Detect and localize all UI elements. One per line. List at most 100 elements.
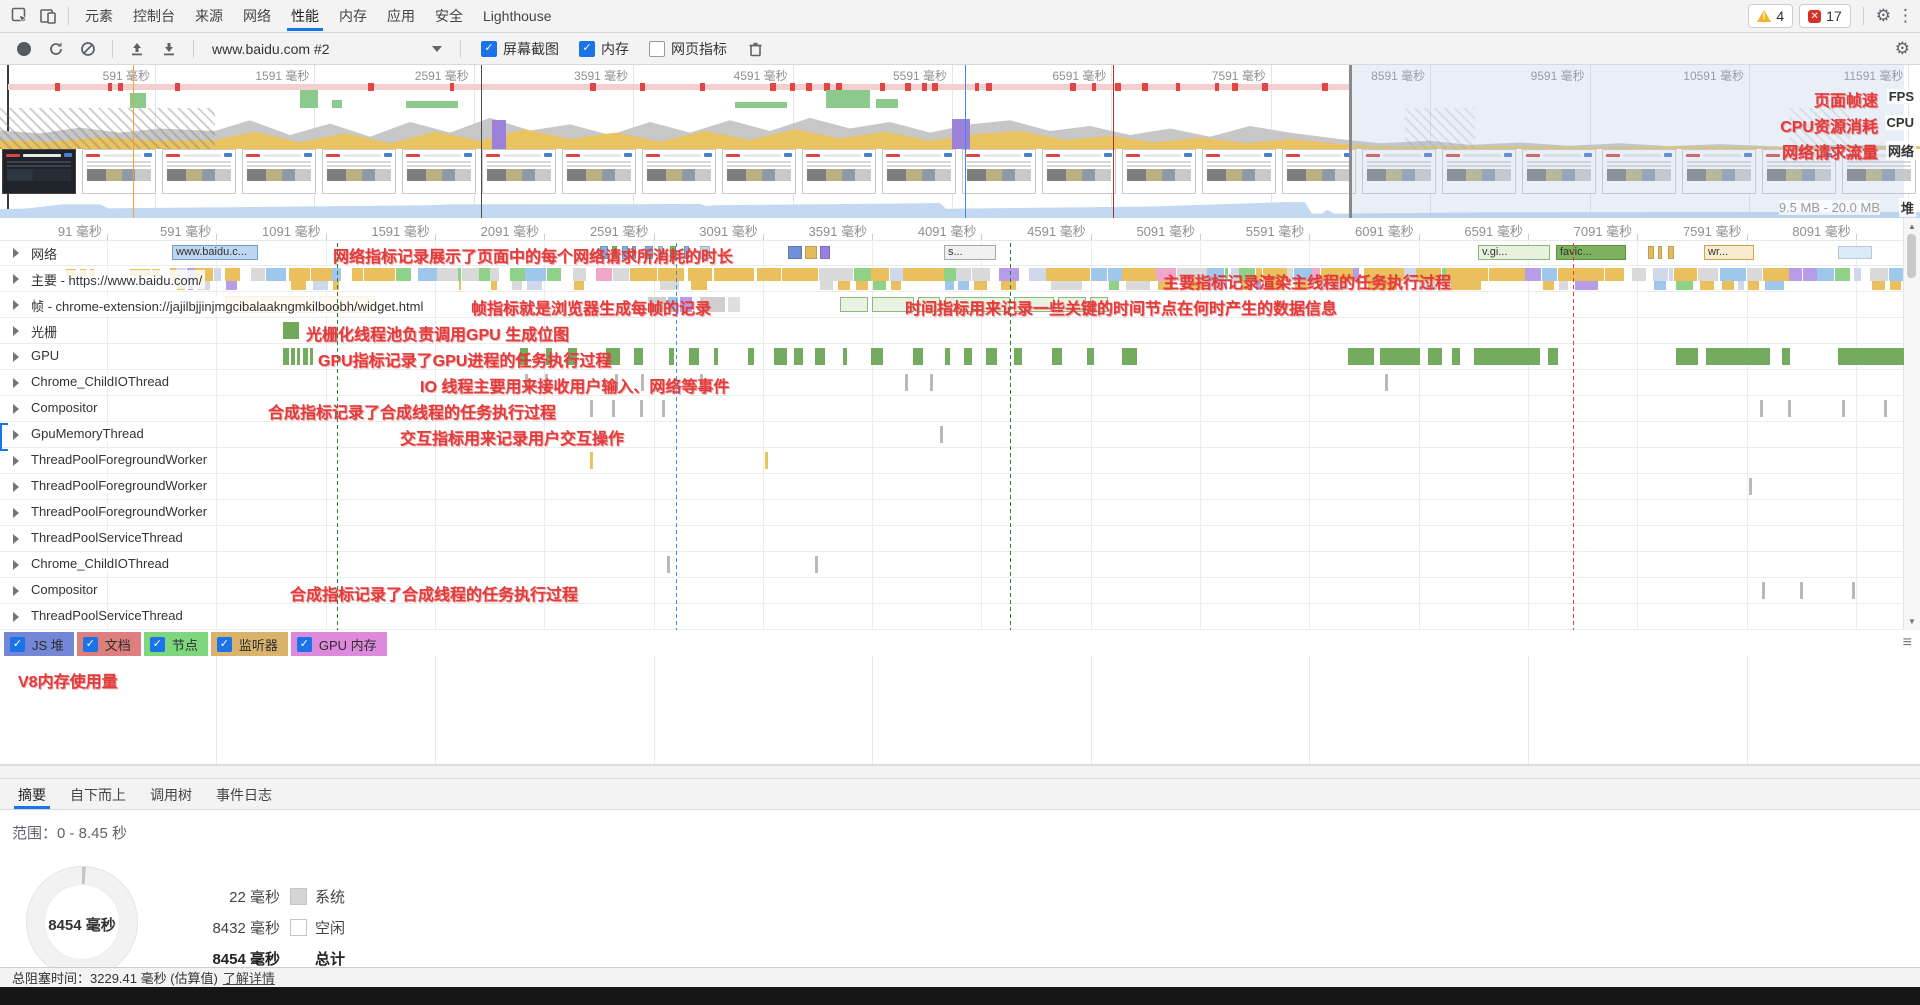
timeline-overview[interactable]: 591 毫秒1591 毫秒2591 毫秒3591 毫秒4591 毫秒5591 毫… (0, 65, 1920, 219)
disclosure-triangle-icon[interactable] (13, 612, 19, 622)
capture-settings-gear-icon[interactable]: ⚙ (1895, 39, 1910, 59)
filmstrip-screenshot[interactable] (1122, 149, 1196, 194)
disclosure-triangle-icon[interactable] (13, 534, 19, 544)
panel-tab-控制台[interactable]: 控制台 (123, 1, 185, 31)
counter-toggle-监听器[interactable]: ✓监听器 (211, 632, 288, 656)
track-row-ThreadPoolForegroundWorker[interactable]: ThreadPoolForegroundWorker (0, 474, 1904, 500)
track-row-Chrome-ChildIOThread[interactable]: Chrome_ChildIOThreadIO 线程主要用来接收用户输入、网络等事… (0, 370, 1904, 396)
errors-badge[interactable]: ✕17 (1799, 4, 1851, 28)
panel-tab-应用[interactable]: 应用 (377, 1, 425, 31)
toggle-网页指标[interactable]: 网页指标 (649, 39, 727, 59)
counter-toggle-文档[interactable]: ✓文档 (77, 632, 141, 656)
details-tab-事件日志[interactable]: 事件日志 (204, 781, 284, 809)
panel-tab-性能[interactable]: 性能 (281, 1, 329, 31)
network-request-block[interactable]: wr... (1704, 245, 1754, 260)
disclosure-triangle-icon[interactable] (13, 586, 19, 596)
disclosure-triangle-icon[interactable] (13, 300, 19, 310)
track-row-GpuMemoryThread[interactable]: GpuMemoryThread交互指标用来记录用户交互操作 (0, 422, 1904, 448)
scroll-up-icon[interactable]: ▲ (1908, 222, 1916, 231)
main-activity-child (856, 281, 868, 290)
vertical-scrollbar[interactable]: ▲ ▼ (1903, 218, 1920, 630)
scroll-down-icon[interactable]: ▼ (1908, 617, 1916, 626)
reload-and-record-icon[interactable] (42, 36, 70, 62)
disclosure-triangle-icon[interactable] (13, 352, 19, 362)
long-task-tick (450, 83, 454, 91)
inspect-element-icon[interactable] (6, 3, 34, 29)
track-row-GPU[interactable]: GPUGPU指标记录了GPU进程的任务执行过程 (0, 344, 1904, 370)
track-row-ThreadPoolServiceThread[interactable]: ThreadPoolServiceThread (0, 526, 1904, 552)
track-row-帧-chrome-extension-jajilbjjinjmgcibalaak[interactable]: 帧 - chrome-extension://jajilbjjinjmgciba… (0, 292, 1904, 318)
kebab-menu-icon[interactable]: ⋮ (1897, 6, 1914, 26)
details-tab-摘要[interactable]: 摘要 (6, 781, 58, 809)
filmstrip-screenshot[interactable] (962, 149, 1036, 194)
filmstrip-screenshot[interactable] (242, 149, 316, 194)
clear-icon[interactable] (74, 36, 102, 62)
filmstrip-screenshot[interactable] (1282, 149, 1356, 194)
profile-select[interactable]: www.baidu.com #2 (204, 39, 450, 59)
scrollbar-thumb[interactable] (1907, 234, 1916, 278)
filmstrip-screenshot[interactable] (1202, 149, 1276, 194)
counter-toggle-GPU 内存[interactable]: ✓GPU 内存 (291, 632, 387, 656)
track-row-光栅[interactable]: 光栅光栅化线程池负责调用GPU 生成位图 (0, 318, 1904, 344)
panel-tab-网络[interactable]: 网络 (233, 1, 281, 31)
track-row-Compositor[interactable]: Compositor合成指标记录了合成线程的任务执行过程 (0, 578, 1904, 604)
panel-tab-Lighthouse[interactable]: Lighthouse (473, 1, 562, 31)
disclosure-triangle-icon[interactable] (13, 456, 19, 466)
disclosure-triangle-icon[interactable] (13, 378, 19, 388)
track-row-网络[interactable]: 网络网络指标记录展示了页面中的每个网络请求所消耗的时长www.baidu.c..… (0, 240, 1904, 266)
settings-gear-icon[interactable]: ⚙ (1876, 6, 1891, 26)
disclosure-triangle-icon[interactable] (13, 430, 19, 440)
filmstrip-screenshot[interactable] (1042, 149, 1116, 194)
filmstrip-screenshot[interactable] (482, 149, 556, 194)
track-row-Chrome-ChildIOThread[interactable]: Chrome_ChildIOThread (0, 552, 1904, 578)
disclosure-triangle-icon[interactable] (13, 560, 19, 570)
toggle-屏幕截图[interactable]: ✓屏幕截图 (481, 39, 559, 59)
track-row-ThreadPoolForegroundWorker[interactable]: ThreadPoolForegroundWorker (0, 448, 1904, 474)
disclosure-triangle-icon[interactable] (13, 326, 19, 336)
counter-toggle-JS 堆[interactable]: ✓JS 堆 (4, 632, 74, 656)
delete-recording-icon[interactable] (741, 36, 769, 62)
disclosure-triangle-icon[interactable] (13, 404, 19, 414)
network-request-block[interactable]: www.baidu.c... (172, 245, 258, 260)
filmstrip-screenshot[interactable] (322, 149, 396, 194)
details-tab-自下而上[interactable]: 自下而上 (58, 781, 138, 809)
learn-more-link[interactable]: 了解详情 (223, 968, 275, 987)
counter-toggle-节点[interactable]: ✓节点 (144, 632, 208, 656)
flame-chart[interactable]: 91 毫秒591 毫秒1091 毫秒1591 毫秒2091 毫秒2591 毫秒3… (0, 218, 1920, 630)
panel-tab-安全[interactable]: 安全 (425, 1, 473, 31)
track-row-主要-https-www-baidu-com-[interactable]: 主要 - https://www.baidu.com/主要指标记录渲染主线程的任… (0, 266, 1904, 292)
filmstrip-screenshot[interactable] (802, 149, 876, 194)
track-row-Compositor[interactable]: Compositor合成指标记录了合成线程的任务执行过程 (0, 396, 1904, 422)
disclosure-triangle-icon[interactable] (13, 274, 19, 284)
disclosure-triangle-icon[interactable] (13, 248, 19, 258)
panel-tab-元素[interactable]: 元素 (75, 1, 123, 31)
filmstrip-screenshot[interactable] (402, 149, 476, 194)
filmstrip-screenshot[interactable] (82, 149, 156, 194)
disclosure-triangle-icon[interactable] (13, 508, 19, 518)
save-profile-icon[interactable] (155, 36, 183, 62)
device-toolbar-icon[interactable] (34, 3, 62, 29)
record-button[interactable] (17, 42, 31, 56)
panel-tab-内存[interactable]: 内存 (329, 1, 377, 31)
toggle-内存[interactable]: ✓内存 (579, 39, 629, 59)
filmstrip-screenshot[interactable] (882, 149, 956, 194)
track-row-ThreadPoolForegroundWorker[interactable]: ThreadPoolForegroundWorker (0, 500, 1904, 526)
task-tick (662, 400, 665, 417)
details-tab-调用树[interactable]: 调用树 (138, 781, 204, 809)
track-row-ThreadPoolServiceThread[interactable]: ThreadPoolServiceThread (0, 604, 1904, 630)
disclosure-triangle-icon[interactable] (13, 482, 19, 492)
pane-splitter[interactable] (0, 765, 1920, 779)
network-request-block[interactable]: s... (944, 245, 996, 260)
filmstrip-screenshot[interactable] (722, 149, 796, 194)
network-request-block[interactable]: v.gi... (1478, 245, 1550, 260)
load-profile-icon[interactable] (123, 36, 151, 62)
network-request-block[interactable]: favic... (1556, 245, 1626, 260)
filmstrip-screenshot[interactable] (562, 149, 636, 194)
warnings-badge[interactable]: 4 (1748, 4, 1793, 28)
filmstrip-screenshot[interactable] (162, 149, 236, 194)
panel-tab-来源[interactable]: 来源 (185, 1, 233, 31)
filmstrip-screenshot[interactable] (642, 149, 716, 194)
filmstrip-screenshot[interactable] (2, 149, 76, 194)
hamburger-menu-icon[interactable]: ≡ (1903, 634, 1912, 652)
main-activity-child (1126, 281, 1150, 290)
